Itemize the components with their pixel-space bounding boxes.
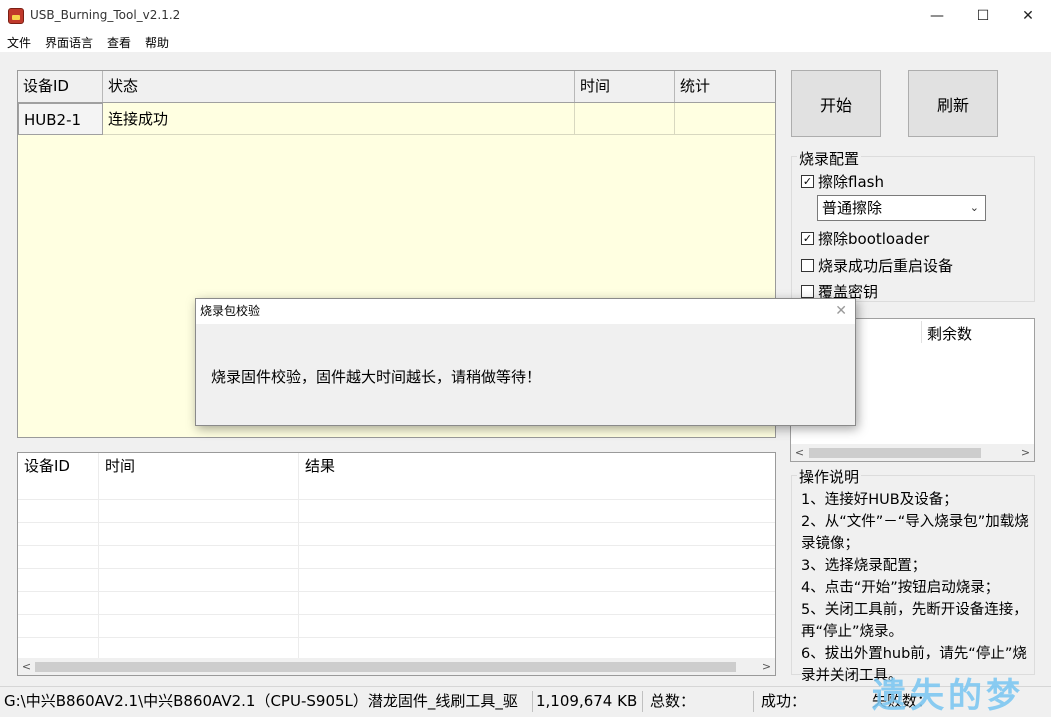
instruction-line: 5、关闭工具前，先断开设备连接，再“停止”烧录。 [801,602,1028,640]
instruction-line: 3、选择烧录配置； [801,558,927,574]
menu-bar: 文件 界面语言 查看 帮助 [0,32,1051,52]
stats-hscrollbar[interactable]: < > [791,444,1034,461]
title-bar: USB_Burning_Tool_v2.1.2 — ☐ ✕ [0,0,1051,32]
instructions-title: 操作说明 [797,466,862,487]
status-path: G:\中兴B860AV2.1\中兴B860AV2.1（CPU-S905L）潜龙固… [4,692,518,710]
instruction-line: 2、从“文件”－“导入烧录包”加载烧录镜像； [801,514,1029,552]
window-title: USB_Burning_Tool_v2.1.2 [30,8,181,22]
instructions-text: 1、连接好HUB及设备； 2、从“文件”－“导入烧录包”加载烧录镜像； 3、选择… [801,489,1033,687]
reboot-after-check-box [801,259,814,272]
status-size: 1,109,674 KB [536,692,638,710]
table-row[interactable]: HUB2-1 连接成功 [18,103,775,135]
maximize-button[interactable]: ☐ [960,0,1006,32]
col-device-id[interactable]: 设备ID [18,71,103,102]
col-status[interactable]: 状态 [103,71,575,102]
row-time [575,103,675,135]
erase-flash-label: 擦除flash [818,173,884,191]
col-result-result[interactable]: 结果 [299,453,335,479]
result-table[interactable]: 设备ID 时间 结果 < > [17,452,776,676]
watermark: 遗失的梦 [872,676,1024,716]
col-time[interactable]: 时间 [575,71,675,102]
row-status: 连接成功 [103,103,575,135]
app-icon [8,8,24,24]
result-hscrollbar[interactable]: < > [18,658,775,675]
erase-flash-checkbox[interactable]: ✓ 擦除flash [801,171,884,192]
col-remaining[interactable]: 剩余数 [927,323,972,344]
row-stats [675,103,775,135]
close-icon[interactable]: ✕ [835,299,847,324]
status-total: 总数： [650,692,696,710]
scroll-right-icon[interactable]: > [1017,444,1034,461]
device-table-header: 设备ID 状态 时间 统计 [18,71,775,103]
minimize-button[interactable]: — [914,0,960,32]
col-stats[interactable]: 统计 [675,71,775,102]
verify-dialog: 烧录包校验 ✕ 烧录固件校验，固件越大时间越长，请稍做等待！ [195,298,856,426]
erase-flash-check-icon: ✓ [801,175,814,188]
erase-bootloader-check-icon: ✓ [801,232,814,245]
dialog-title: 烧录包校验 [200,304,261,318]
scroll-right-icon[interactable]: > [758,658,775,675]
row-device-id: HUB2-1 [18,103,103,135]
col-result-device-id[interactable]: 设备ID [18,453,70,479]
overwrite-key-check-box [801,285,814,298]
menu-view[interactable]: 查看 [107,34,131,51]
instruction-line: 4、点击“开始”按钮启动烧录； [801,580,1000,596]
erase-bootloader-label: 擦除bootloader [818,230,930,248]
status-success: 成功： [761,692,807,710]
close-button[interactable]: ✕ [1005,0,1051,32]
erase-mode-select[interactable]: 普通擦除 ⌄ [817,195,986,221]
start-button[interactable]: 开始 [791,70,881,137]
scroll-left-icon[interactable]: < [791,444,808,461]
menu-file[interactable]: 文件 [7,34,31,51]
erase-mode-value: 普通擦除 [822,199,883,217]
reboot-after-label: 烧录成功后重启设备 [818,257,954,275]
refresh-button[interactable]: 刷新 [908,70,998,137]
instruction-line: 1、连接好HUB及设备； [801,492,958,508]
menu-help[interactable]: 帮助 [145,34,169,51]
scroll-left-icon[interactable]: < [18,658,35,675]
dialog-title-bar: 烧录包校验 ✕ [196,299,855,324]
reboot-after-checkbox[interactable]: 烧录成功后重启设备 [801,255,953,276]
menu-language[interactable]: 界面语言 [45,34,93,51]
scroll-thumb[interactable] [35,662,736,672]
dialog-message: 烧录固件校验，固件越大时间越长，请稍做等待！ [211,368,542,386]
chevron-down-icon: ⌄ [969,201,979,214]
burn-config-title: 烧录配置 [797,148,862,169]
scroll-thumb[interactable] [809,448,981,458]
col-result-time[interactable]: 时间 [99,453,135,479]
erase-bootloader-checkbox[interactable]: ✓ 擦除bootloader [801,228,929,249]
